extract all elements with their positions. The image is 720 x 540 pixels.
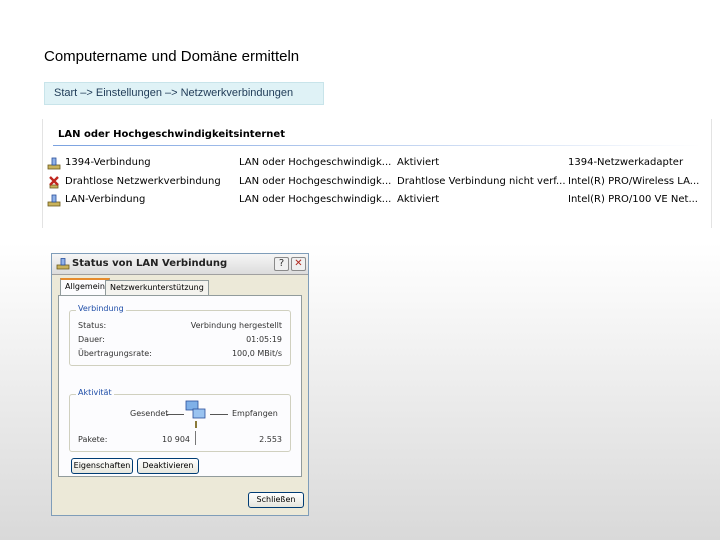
dialog-titlebar[interactable]: Status von LAN Verbindung ? ✕	[52, 254, 308, 275]
close-button[interactable]: Schließen	[248, 492, 304, 508]
connection-type: LAN oder Hochgeschwindigk...	[239, 194, 392, 205]
tab-page-general: Verbindung Status: Verbindung hergestell…	[58, 295, 302, 477]
connection-name: 1394-Verbindung	[65, 157, 151, 168]
received-label: Empfangen	[232, 409, 278, 418]
speed-value: 100,0 MBit/s	[231, 349, 282, 358]
network-connection-icon	[47, 157, 61, 170]
status-row: Status: Verbindung hergestellt	[78, 321, 282, 333]
network-row-wireless[interactable]: Drahtlose Netzwerkverbindung LAN oder Ho…	[47, 175, 707, 191]
lan-status-dialog: Status von LAN Verbindung ? ✕ Allgemein …	[51, 253, 309, 516]
tab-netzwerkunterstuetzung[interactable]: Netzwerkunterstützung	[105, 280, 209, 295]
wireless-disabled-icon	[49, 176, 59, 189]
network-row-1394[interactable]: 1394-Verbindung LAN oder Hochgeschwindig…	[47, 156, 707, 172]
network-connection-icon	[56, 258, 70, 270]
network-row-lan[interactable]: LAN-Verbindung LAN oder Hochgeschwindigk…	[47, 193, 707, 209]
navigation-path-box: Start –> Einstellungen –> Netzwerkverbin…	[44, 82, 324, 105]
connection-device: Intel(R) PRO/100 VE Net...	[568, 194, 698, 205]
packets-label: Pakete:	[78, 435, 108, 444]
connection-status: Aktiviert	[397, 194, 440, 205]
connection-name: Drahtlose Netzwerkverbindung	[65, 176, 221, 187]
close-icon[interactable]: ✕	[291, 257, 306, 271]
sent-line	[166, 414, 184, 415]
help-button[interactable]: ?	[274, 257, 289, 271]
status-label: Status:	[78, 321, 107, 330]
packets-sent-value: 10 904	[162, 435, 190, 444]
connection-status: Aktiviert	[397, 157, 440, 168]
packets-received-value: 2.553	[259, 435, 282, 444]
speed-row: Übertragungsrate: 100,0 MBit/s	[78, 349, 282, 361]
network-connection-icon	[47, 194, 61, 207]
duration-label: Dauer:	[78, 335, 105, 344]
duration-row: Dauer: 01:05:19	[78, 335, 282, 347]
properties-button[interactable]: Eigenschaften	[71, 458, 133, 474]
group-header: LAN oder Hochgeschwindigkeitsinternet	[58, 129, 285, 140]
dialog-title: Status von LAN Verbindung	[72, 258, 228, 269]
speed-label: Übertragungsrate:	[78, 349, 152, 358]
connection-device: 1394-Netzwerkadapter	[568, 157, 684, 168]
group-divider	[53, 145, 701, 146]
connection-legend: Verbindung	[76, 304, 126, 313]
packets-divider	[195, 431, 196, 445]
disable-button[interactable]: Deaktivieren	[137, 458, 199, 474]
slide-title: Computername und Domäne ermitteln	[44, 48, 300, 65]
connection-name: LAN-Verbindung	[65, 194, 146, 205]
duration-value: 01:05:19	[246, 335, 282, 344]
connection-type: LAN oder Hochgeschwindigk...	[239, 176, 392, 187]
connection-status: Drahtlose Verbindung nicht verf...	[397, 176, 566, 187]
connection-device: Intel(R) PRO/Wireless LA...	[568, 176, 700, 187]
computers-activity-icon	[185, 400, 206, 428]
received-line	[210, 414, 228, 415]
tab-allgemein[interactable]: Allgemein	[60, 278, 110, 295]
connection-group: Verbindung Status: Verbindung hergestell…	[69, 304, 291, 366]
connection-type: LAN oder Hochgeschwindigk...	[239, 157, 392, 168]
network-connections-panel: LAN oder Hochgeschwindigkeitsinternet 13…	[42, 119, 712, 228]
status-value: Verbindung hergestellt	[190, 321, 282, 330]
sent-label: Gesendet	[130, 409, 169, 418]
activity-legend: Aktivität	[76, 388, 114, 397]
activity-group: Aktivität Gesendet Empfangen Pakete: 10 …	[69, 388, 291, 452]
